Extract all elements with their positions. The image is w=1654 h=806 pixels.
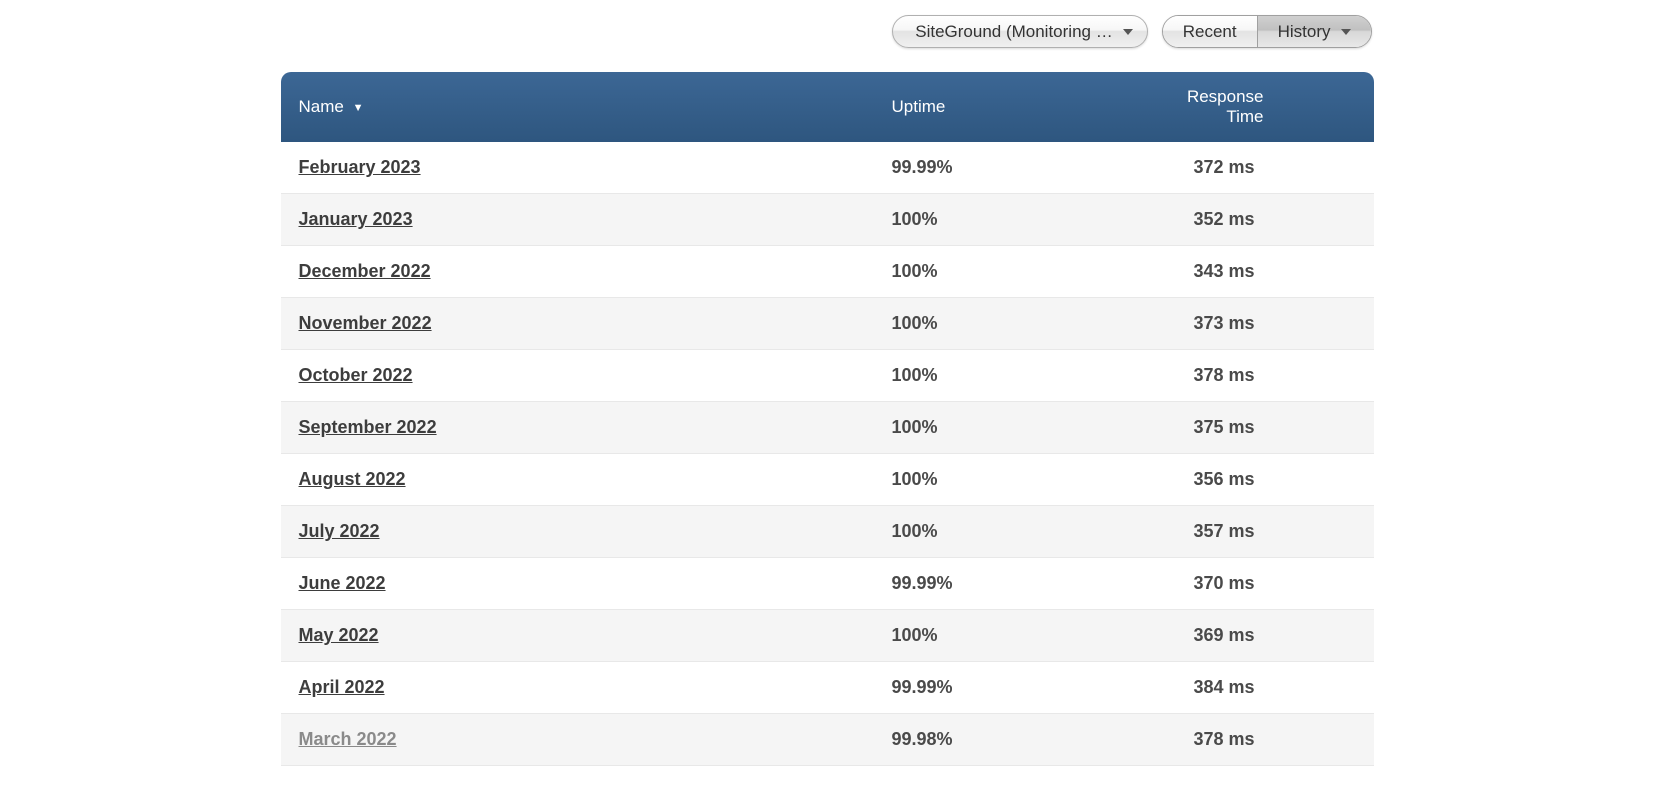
- table-row: June 2022 99.99%370 ms: [281, 558, 1374, 610]
- response-time-cell: 378 ms: [1154, 714, 1374, 766]
- uptime-cell: 99.99%: [874, 558, 1154, 610]
- response-time-cell: 352 ms: [1154, 194, 1374, 246]
- response-time-cell: 375 ms: [1154, 402, 1374, 454]
- sort-descending-icon: ▼: [353, 102, 364, 114]
- response-time-cell: 372 ms: [1154, 142, 1374, 194]
- response-time-cell: 373 ms: [1154, 298, 1374, 350]
- table-row: February 2023 99.99%372 ms: [281, 142, 1374, 194]
- name-cell: December 2022: [281, 246, 874, 298]
- name-cell: June 2022: [281, 558, 874, 610]
- table-row: May 2022 100%369 ms: [281, 610, 1374, 662]
- uptime-cell: 100%: [874, 298, 1154, 350]
- month-link[interactable]: November 2022: [299, 313, 432, 333]
- name-cell: September 2022: [281, 402, 874, 454]
- name-cell: March 2022: [281, 714, 874, 766]
- response-time-cell: 370 ms: [1154, 558, 1374, 610]
- response-time-cell: 343 ms: [1154, 246, 1374, 298]
- month-link[interactable]: March 2022: [299, 729, 397, 749]
- table-row: August 2022 100%356 ms: [281, 454, 1374, 506]
- uptime-cell: 100%: [874, 194, 1154, 246]
- name-cell: August 2022: [281, 454, 874, 506]
- response-time-cell: 378 ms: [1154, 350, 1374, 402]
- month-link[interactable]: October 2022: [299, 365, 413, 385]
- uptime-cell: 100%: [874, 402, 1154, 454]
- name-cell: February 2023: [281, 142, 874, 194]
- uptime-cell: 100%: [874, 506, 1154, 558]
- month-link[interactable]: April 2022: [299, 677, 385, 697]
- column-header-uptime[interactable]: Uptime: [874, 72, 1154, 142]
- response-time-cell: 369 ms: [1154, 610, 1374, 662]
- name-cell: May 2022: [281, 610, 874, 662]
- table-row: September 2022 100%375 ms: [281, 402, 1374, 454]
- table-row: November 2022 100%373 ms: [281, 298, 1374, 350]
- column-response-label: Response Time: [1187, 87, 1264, 126]
- response-time-cell: 384 ms: [1154, 662, 1374, 714]
- table-header-row: Name ▼ Uptime Response Time: [281, 72, 1374, 142]
- uptime-history-table: Name ▼ Uptime Response Time February 202…: [281, 72, 1374, 766]
- chevron-down-icon: [1123, 29, 1133, 35]
- time-range-segmented: Recent History: [1162, 15, 1372, 48]
- recent-label: Recent: [1183, 22, 1237, 42]
- chevron-down-icon: [1341, 29, 1351, 35]
- name-cell: October 2022: [281, 350, 874, 402]
- month-link[interactable]: May 2022: [299, 625, 379, 645]
- column-header-name[interactable]: Name ▼: [281, 72, 874, 142]
- month-link[interactable]: June 2022: [299, 573, 386, 593]
- site-selector-label: SiteGround (Monitoring …: [915, 22, 1112, 42]
- name-cell: July 2022: [281, 506, 874, 558]
- column-name-label: Name: [299, 97, 344, 116]
- table-row: January 2023 100%352 ms: [281, 194, 1374, 246]
- month-link[interactable]: February 2023: [299, 157, 421, 177]
- name-cell: April 2022: [281, 662, 874, 714]
- month-link[interactable]: September 2022: [299, 417, 437, 437]
- column-header-response[interactable]: Response Time: [1154, 72, 1374, 142]
- uptime-cell: 100%: [874, 350, 1154, 402]
- history-label: History: [1278, 22, 1331, 42]
- uptime-cell: 100%: [874, 610, 1154, 662]
- table-row: October 2022 100%378 ms: [281, 350, 1374, 402]
- site-selector-dropdown[interactable]: SiteGround (Monitoring …: [892, 15, 1147, 48]
- month-link[interactable]: July 2022: [299, 521, 380, 541]
- response-time-cell: 357 ms: [1154, 506, 1374, 558]
- toolbar: SiteGround (Monitoring … Recent History: [281, 15, 1374, 48]
- name-cell: January 2023: [281, 194, 874, 246]
- month-link[interactable]: December 2022: [299, 261, 431, 281]
- uptime-cell: 99.98%: [874, 714, 1154, 766]
- month-link[interactable]: August 2022: [299, 469, 406, 489]
- table-row: March 2022 99.98%378 ms: [281, 714, 1374, 766]
- history-button[interactable]: History: [1258, 16, 1371, 47]
- name-cell: November 2022: [281, 298, 874, 350]
- table-row: July 2022 100%357 ms: [281, 506, 1374, 558]
- uptime-cell: 100%: [874, 246, 1154, 298]
- month-link[interactable]: January 2023: [299, 209, 413, 229]
- table-row: December 2022 100%343 ms: [281, 246, 1374, 298]
- uptime-cell: 99.99%: [874, 142, 1154, 194]
- column-uptime-label: Uptime: [892, 97, 946, 116]
- response-time-cell: 356 ms: [1154, 454, 1374, 506]
- recent-button[interactable]: Recent: [1163, 16, 1258, 47]
- uptime-cell: 100%: [874, 454, 1154, 506]
- uptime-cell: 99.99%: [874, 662, 1154, 714]
- table-row: April 2022 99.99%384 ms: [281, 662, 1374, 714]
